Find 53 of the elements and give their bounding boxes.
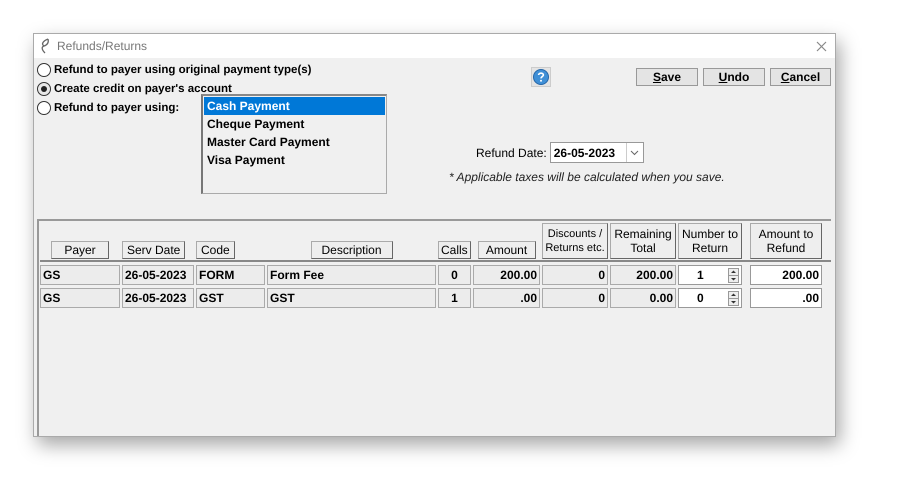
list-item[interactable]: Master Card Payment [204,133,385,151]
table-cell: 0.00 [610,288,676,308]
radio-button[interactable] [37,82,51,96]
table-cell: 0 [542,265,608,285]
column-header[interactable]: Discounts / Returns etc. [542,223,608,259]
input-field[interactable]: 200.00 [750,265,822,285]
table-cell: 26-05-2023 [122,288,194,308]
table-cell: GST [267,288,436,308]
number-spinner[interactable]: 1 [678,265,742,285]
table-cell: 200.00 [473,265,540,285]
dialog-button[interactable]: Undo [703,68,765,86]
dialog-button[interactable]: Save [636,68,698,86]
refund-date-label: Refund Date: [476,146,547,160]
spinner-arrows-icon[interactable] [728,268,739,282]
radio-option[interactable]: Refund to payer using: [37,99,180,117]
number-spinner[interactable]: 0 [678,288,742,308]
input-field[interactable]: .00 [750,288,822,308]
table-cell: .00 [473,288,540,308]
radio-button[interactable] [37,63,51,77]
column-header[interactable]: Amount to Refund [750,223,822,259]
column-header[interactable]: Remaining Total [610,223,676,259]
radio-option[interactable]: Refund to payer using original payment type(s) [37,61,312,79]
table-cell: 0 [542,288,608,308]
table-cell: 1 [438,288,471,308]
list-item[interactable]: Cash Payment [204,97,385,115]
date-field[interactable]: 26-05-2023 [550,142,644,163]
column-header[interactable]: Code [196,241,235,259]
column-header[interactable]: Payer [51,241,109,259]
radio-button[interactable] [37,101,51,115]
help-icon[interactable] [531,67,551,87]
window-title: Refunds/Returns [57,39,148,53]
column-header[interactable]: Description [310,241,392,259]
table-cell: 0 [438,265,471,285]
spinner-arrows-icon[interactable] [728,290,739,306]
list-item[interactable]: Visa Payment [204,151,385,169]
column-header[interactable]: Calls [438,241,471,259]
table-cell: 200.00 [610,265,676,285]
table-cell: Form Fee [267,265,436,285]
table-cell: GS [40,265,120,285]
chevron-down-icon [630,150,640,156]
close-icon[interactable] [816,40,827,52]
table-cell: GS [40,288,120,308]
list-item[interactable]: Cheque Payment [204,115,385,133]
column-header[interactable]: Serv Date [122,241,186,259]
feather-icon [39,38,51,54]
dialog-button[interactable]: Cancel [770,68,831,86]
column-header[interactable]: Amount [478,241,536,259]
table-cell: 26-05-2023 [122,265,194,285]
table-cell: GST [196,288,265,308]
column-header[interactable]: Number to Return [678,223,742,259]
radio-option[interactable]: Create credit on payer's account [37,80,232,98]
tax-note: * Applicable taxes will be calculated when you save. [448,170,726,184]
table-cell: FORM [196,265,265,285]
